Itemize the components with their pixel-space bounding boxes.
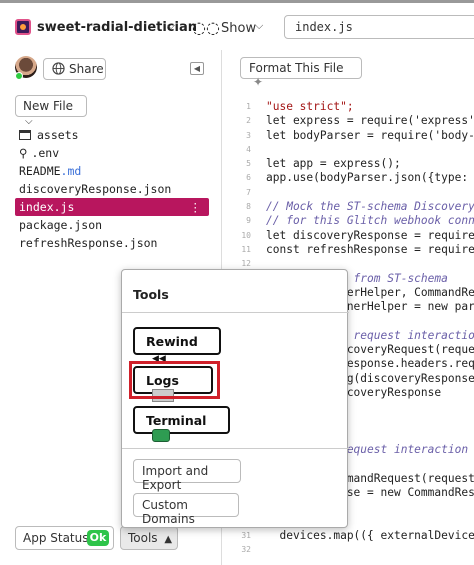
code-line[interactable]: 2 let express = require('express');	[223, 114, 474, 128]
code-line[interactable]: 1 "use strict";	[223, 100, 474, 114]
line-number: 2	[246, 116, 251, 126]
new-file-label: New File	[23, 99, 74, 113]
format-file-label: Format This File	[249, 61, 344, 75]
file-name: index.js	[19, 200, 75, 214]
line-number: 32	[241, 545, 251, 555]
custom-domains-button[interactable]: Custom Domains	[133, 493, 239, 526]
code-line[interactable]: 5 let app = express();	[223, 157, 474, 171]
line-number: 7	[246, 187, 251, 197]
code-text: app.use(bodyParser.json({type: 'applicat…	[266, 171, 469, 185]
code-text: // Mock the ST-schema Discovery endpoint	[266, 200, 474, 214]
line-number: 10	[241, 230, 251, 240]
key-icon: ⚲	[19, 146, 28, 160]
file-list: assets ⚲ .env README.md discoveryResponse…	[0, 126, 222, 252]
rewind-label: Rewind	[146, 334, 198, 349]
code-text: devices.map(({ externalDeviceId, deviceC…	[279, 528, 474, 542]
line-number: 6	[246, 173, 251, 183]
code-line[interactable]: 10 let discoveryResponse = require('./dis…	[223, 229, 474, 243]
code-text: let discoveryResponse = require('./disco…	[266, 228, 474, 242]
line-number: 3	[246, 130, 251, 140]
code-text: // for this Glitch webhook connector	[266, 214, 474, 228]
code-text: let express = require('express');	[266, 114, 474, 128]
code-line[interactable]: 7	[223, 186, 474, 200]
chevron-down-icon[interactable]: ⌵	[167, 19, 175, 33]
custom-domains-label: Custom Domains	[142, 498, 195, 526]
line-number: 31	[241, 530, 251, 540]
popover-title: Tools	[133, 287, 169, 302]
format-file-button[interactable]: Format This File ✦	[240, 57, 362, 89]
new-file-button[interactable]: New File ⌵	[15, 95, 87, 127]
sunglasses-icon[interactable]: ◌◌	[192, 18, 220, 37]
file-name: refreshResponse.json	[19, 236, 158, 250]
code-line[interactable]: 3 let bodyParser = require('body-parser')…	[223, 129, 474, 143]
file-name: .env	[31, 146, 60, 160]
file-name: discoveryResponse.json	[19, 182, 172, 196]
line-number: 1	[246, 102, 251, 111]
highlight-annotation	[129, 361, 220, 399]
code-line[interactable]: 4	[223, 143, 474, 157]
rewind-button[interactable]: Rewind ◀◀	[133, 327, 221, 364]
code-text: let app = express();	[266, 157, 401, 171]
divider	[122, 448, 349, 449]
sparkle-icon: ✦	[253, 75, 264, 89]
file-item-refresh-response[interactable]: refreshResponse.json	[0, 234, 222, 252]
share-label: Share	[69, 62, 104, 76]
terminal-label: Terminal	[146, 413, 207, 428]
show-button[interactable]: Show	[221, 21, 256, 36]
chevron-down-icon[interactable]: ⌵	[255, 19, 263, 33]
file-item-package-json[interactable]: package.json	[0, 216, 222, 234]
folder-icon	[19, 130, 31, 140]
code-line[interactable]: 11 const refreshResponse = require('./ref…	[223, 243, 474, 257]
file-name: README	[19, 164, 61, 178]
share-button[interactable]: Share	[43, 58, 106, 80]
code-line[interactable]: 31 devices.map(({ externalDeviceId, devi…	[223, 529, 474, 543]
file-item-index-js[interactable]: index.js ⋮	[15, 198, 209, 216]
line-number: 9	[246, 216, 251, 226]
code-line[interactable]: 9 // for this Glitch webhook connector	[223, 214, 474, 228]
current-file-tab[interactable]: index.js	[284, 15, 474, 39]
code-line[interactable]: 6 app.use(bodyParser.json({type: 'applica…	[223, 171, 474, 185]
code-text: let bodyParser = require('body-parser');	[266, 128, 474, 142]
app-status-button[interactable]: App Status Ok	[15, 526, 114, 550]
terminal-icon	[152, 429, 170, 442]
tools-button[interactable]: Tools ▲	[120, 526, 178, 550]
import-export-button[interactable]: Import and Export	[133, 459, 241, 492]
app-status-label: App Status	[23, 531, 89, 545]
file-item-readme[interactable]: README.md	[0, 162, 222, 180]
file-extension: .md	[60, 164, 82, 178]
file-item-env[interactable]: ⚲ .env	[0, 144, 222, 162]
globe-icon	[52, 62, 65, 75]
collapse-sidebar-icon[interactable]: ◀	[190, 62, 204, 75]
file-name: package.json	[19, 218, 103, 232]
import-export-label: Import and Export	[142, 464, 209, 492]
file-item-discovery-response[interactable]: discoveryResponse.json	[0, 180, 222, 198]
online-status-dot	[15, 72, 23, 80]
terminal-button[interactable]: Terminal	[133, 406, 230, 442]
code-line[interactable]: 32	[223, 543, 474, 557]
code-line[interactable]: 8 // Mock the ST-schema Discovery endpoin…	[223, 200, 474, 214]
code-text: const refreshResponse = require('./refre…	[266, 242, 474, 256]
line-number: 4	[246, 144, 251, 154]
top-bar: sweet-radial-dietician ⌵ ◌◌ Show ⌵ index…	[0, 0, 474, 50]
tools-label: Tools	[128, 531, 158, 545]
line-number: 5	[246, 159, 251, 169]
chevron-up-icon: ▲	[164, 534, 173, 545]
divider	[122, 312, 349, 313]
status-badge: Ok	[87, 530, 109, 546]
code-text: "use strict";	[266, 100, 354, 113]
line-number: 11	[241, 244, 251, 254]
file-name: assets	[37, 128, 79, 142]
project-logo-icon[interactable]	[15, 19, 31, 35]
file-options-icon[interactable]: ⋮	[190, 198, 202, 216]
line-number: 8	[246, 202, 251, 212]
file-item-assets[interactable]: assets	[0, 126, 222, 144]
